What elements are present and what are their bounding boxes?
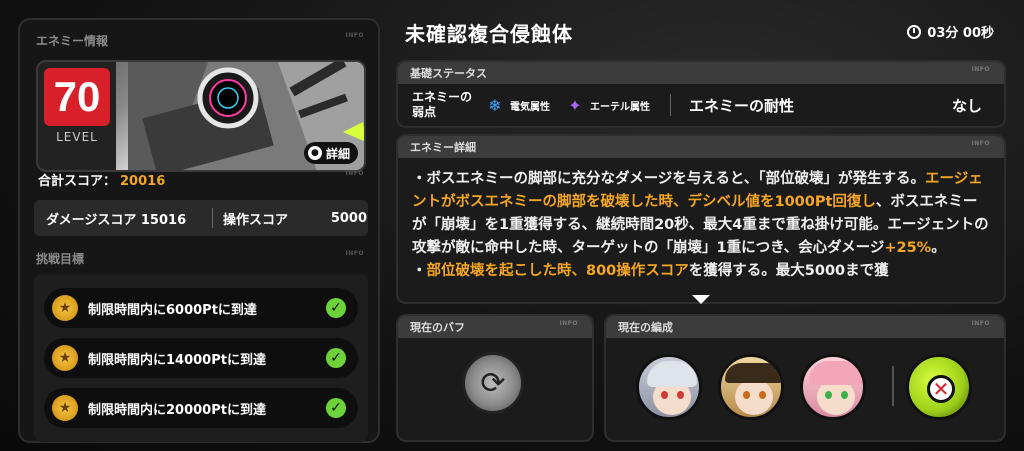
current-team-header: 現在の編成 [606,316,1004,338]
level-label: LEVEL [56,130,98,144]
detail-button[interactable]: ● 詳細 [303,142,358,164]
scroll-down-indicator[interactable] [692,295,710,304]
damage-score: ダメージスコア 15016 [34,209,212,228]
ether-icon: ✦ [568,95,582,115]
goal-label: 制限時間内に20000Ptに到達 [88,402,266,418]
weak-attr-name: エーテル属性 [590,101,650,113]
enemy-detail-panel[interactable]: エネミー詳細 INFO ・ボスエネミーの脚部に充分なダメージを与えると、「部位破… [396,134,1006,304]
info-tag: INFO [971,140,990,147]
medal-icon: ★ [52,395,78,421]
weak-attr-electric: ❄ 電気属性 [486,95,550,115]
detail-text-segment: ・ボスエネミーの脚部に充分なダメージを与えると、「部位破壊」が発生する。 [412,171,926,187]
check-icon: ✓ [326,398,346,418]
detail-text-segment: ・ [412,263,427,279]
basic-status-label: 基礎ステータス [410,67,487,80]
current-buff-label: 現在のバフ [410,321,465,334]
detail-text-segment: 。 [931,240,946,256]
agent-hair [809,361,863,385]
info-tag: INFO [345,32,364,39]
goal-label: 制限時間内に6000Ptに到達 [88,302,257,318]
current-buff-panel: 現在のバフ INFO ⟳ [396,314,594,442]
operation-score-value: 5000 [330,210,367,226]
agent-avatar[interactable] [800,354,866,420]
agent-eye [759,391,766,399]
check-icon: ✓ [326,298,346,318]
score-breakdown: ダメージスコア 15016 操作スコア 5000 [34,200,368,236]
enemy-detail-header: エネミー詳細 [398,136,1004,158]
goals-list: ★ 制限時間内に6000Ptに到達 ✓ ★ 制限時間内に14000Ptに到達 ✓… [34,274,368,442]
level-badge: 70 LEVEL [38,62,116,170]
timer: 03分 00秒 [907,22,994,41]
resistance-label: エネミーの耐性 [689,96,795,115]
agent-cap [725,363,781,383]
operation-score-label: 操作スコア [223,212,289,228]
total-score-value: 20016 [120,174,166,189]
weakness-label-line1: エネミーの [412,90,473,104]
goal-item: ★ 制限時間内に20000Ptに到達 ✓ [44,388,358,428]
agent-eye [661,391,668,399]
agent-avatar[interactable] [636,354,702,420]
resistance-value: なし [951,96,982,115]
detail-button-label: 詳細 [325,146,350,161]
info-tag: INFO [971,66,990,73]
agent-eye [825,391,832,399]
current-team-panel: 現在の編成 INFO ✕ [604,314,1006,442]
current-team-label: 現在の編成 [618,321,673,334]
agent-hair [647,361,697,387]
enemy-info-label: エネミー情報 [36,34,109,48]
screen-root: エネミー情報 INFO 70 LEVEL ● 詳細 合計スコア： 20016 I… [0,0,1024,451]
goals-label: 挑戦目標 [36,252,85,266]
detail-highlight-text: 部位破壊を起こした時、800操作スコア [426,263,689,279]
info-tag: INFO [345,170,364,177]
basic-status-panel: 基礎ステータス INFO エネミーの 弱点 ❄ 電気属性 ✦ エーテル属性 エネ… [396,60,1006,128]
agent-eye [677,391,684,399]
bangboo-avatar[interactable]: ✕ [906,354,972,420]
check-icon: ✓ [326,348,346,368]
total-score-row: 合計スコア： 20016 [38,170,165,189]
goal-label: 制限時間内に14000Ptに到達 [88,352,266,368]
detail-highlight-text: +25% [884,240,932,256]
goal-item: ★ 制限時間内に6000Ptに到達 ✓ [44,288,358,328]
weakness-label-line2: 弱点 [412,105,437,119]
basic-status-header: 基礎ステータス [398,62,1004,84]
info-icon: ● [307,146,322,160]
total-score-label: 合計スコア： [38,174,117,189]
agent-face [735,379,773,415]
agent-eye [841,391,848,399]
detail-text-segment: を獲得する。最大5000まで獲 [688,263,889,279]
enemy-detail-text: ・ボスエネミーの脚部に充分なダメージを与えると、「部位破壊」が発生する。エージェ… [398,158,1004,302]
disabled-x-icon: ✕ [927,375,955,403]
clock-icon [907,24,922,39]
damage-score-value: 15016 [140,212,187,228]
enemy-name-title: 未確認複合侵蝕体 [405,22,573,46]
enemy-info-panel: エネミー情報 INFO 70 LEVEL ● 詳細 合計スコア： 20016 I… [18,18,380,443]
goal-item: ★ 制限時間内に14000Ptに到達 ✓ [44,338,358,378]
info-tag: INFO [345,250,364,257]
divider [670,94,671,116]
enemy-detail-label: エネミー詳細 [410,141,476,154]
agent-avatar[interactable] [718,354,784,420]
enemy-portrait-card[interactable]: 70 LEVEL ● 詳細 [36,60,366,172]
electric-icon: ❄ [488,95,502,115]
buff-cycle-icon[interactable]: ⟳ [462,352,524,414]
weak-attr-name: 電気属性 [510,101,550,113]
level-number: 70 [44,68,110,126]
info-tag: INFO [559,320,578,327]
damage-score-label: ダメージスコア [46,212,137,228]
agent-eye [743,391,750,399]
basic-status-body: エネミーの 弱点 ❄ 電気属性 ✦ エーテル属性 エネミーの耐性 なし [398,84,1004,126]
timer-value: 03分 00秒 [927,26,994,41]
medal-icon: ★ [52,295,78,321]
weak-attr-ether: ✦ エーテル属性 [566,95,650,115]
weakness-label: エネミーの 弱点 [412,90,486,120]
info-tag: INFO [971,320,990,327]
medal-icon: ★ [52,345,78,371]
divider [892,366,894,406]
